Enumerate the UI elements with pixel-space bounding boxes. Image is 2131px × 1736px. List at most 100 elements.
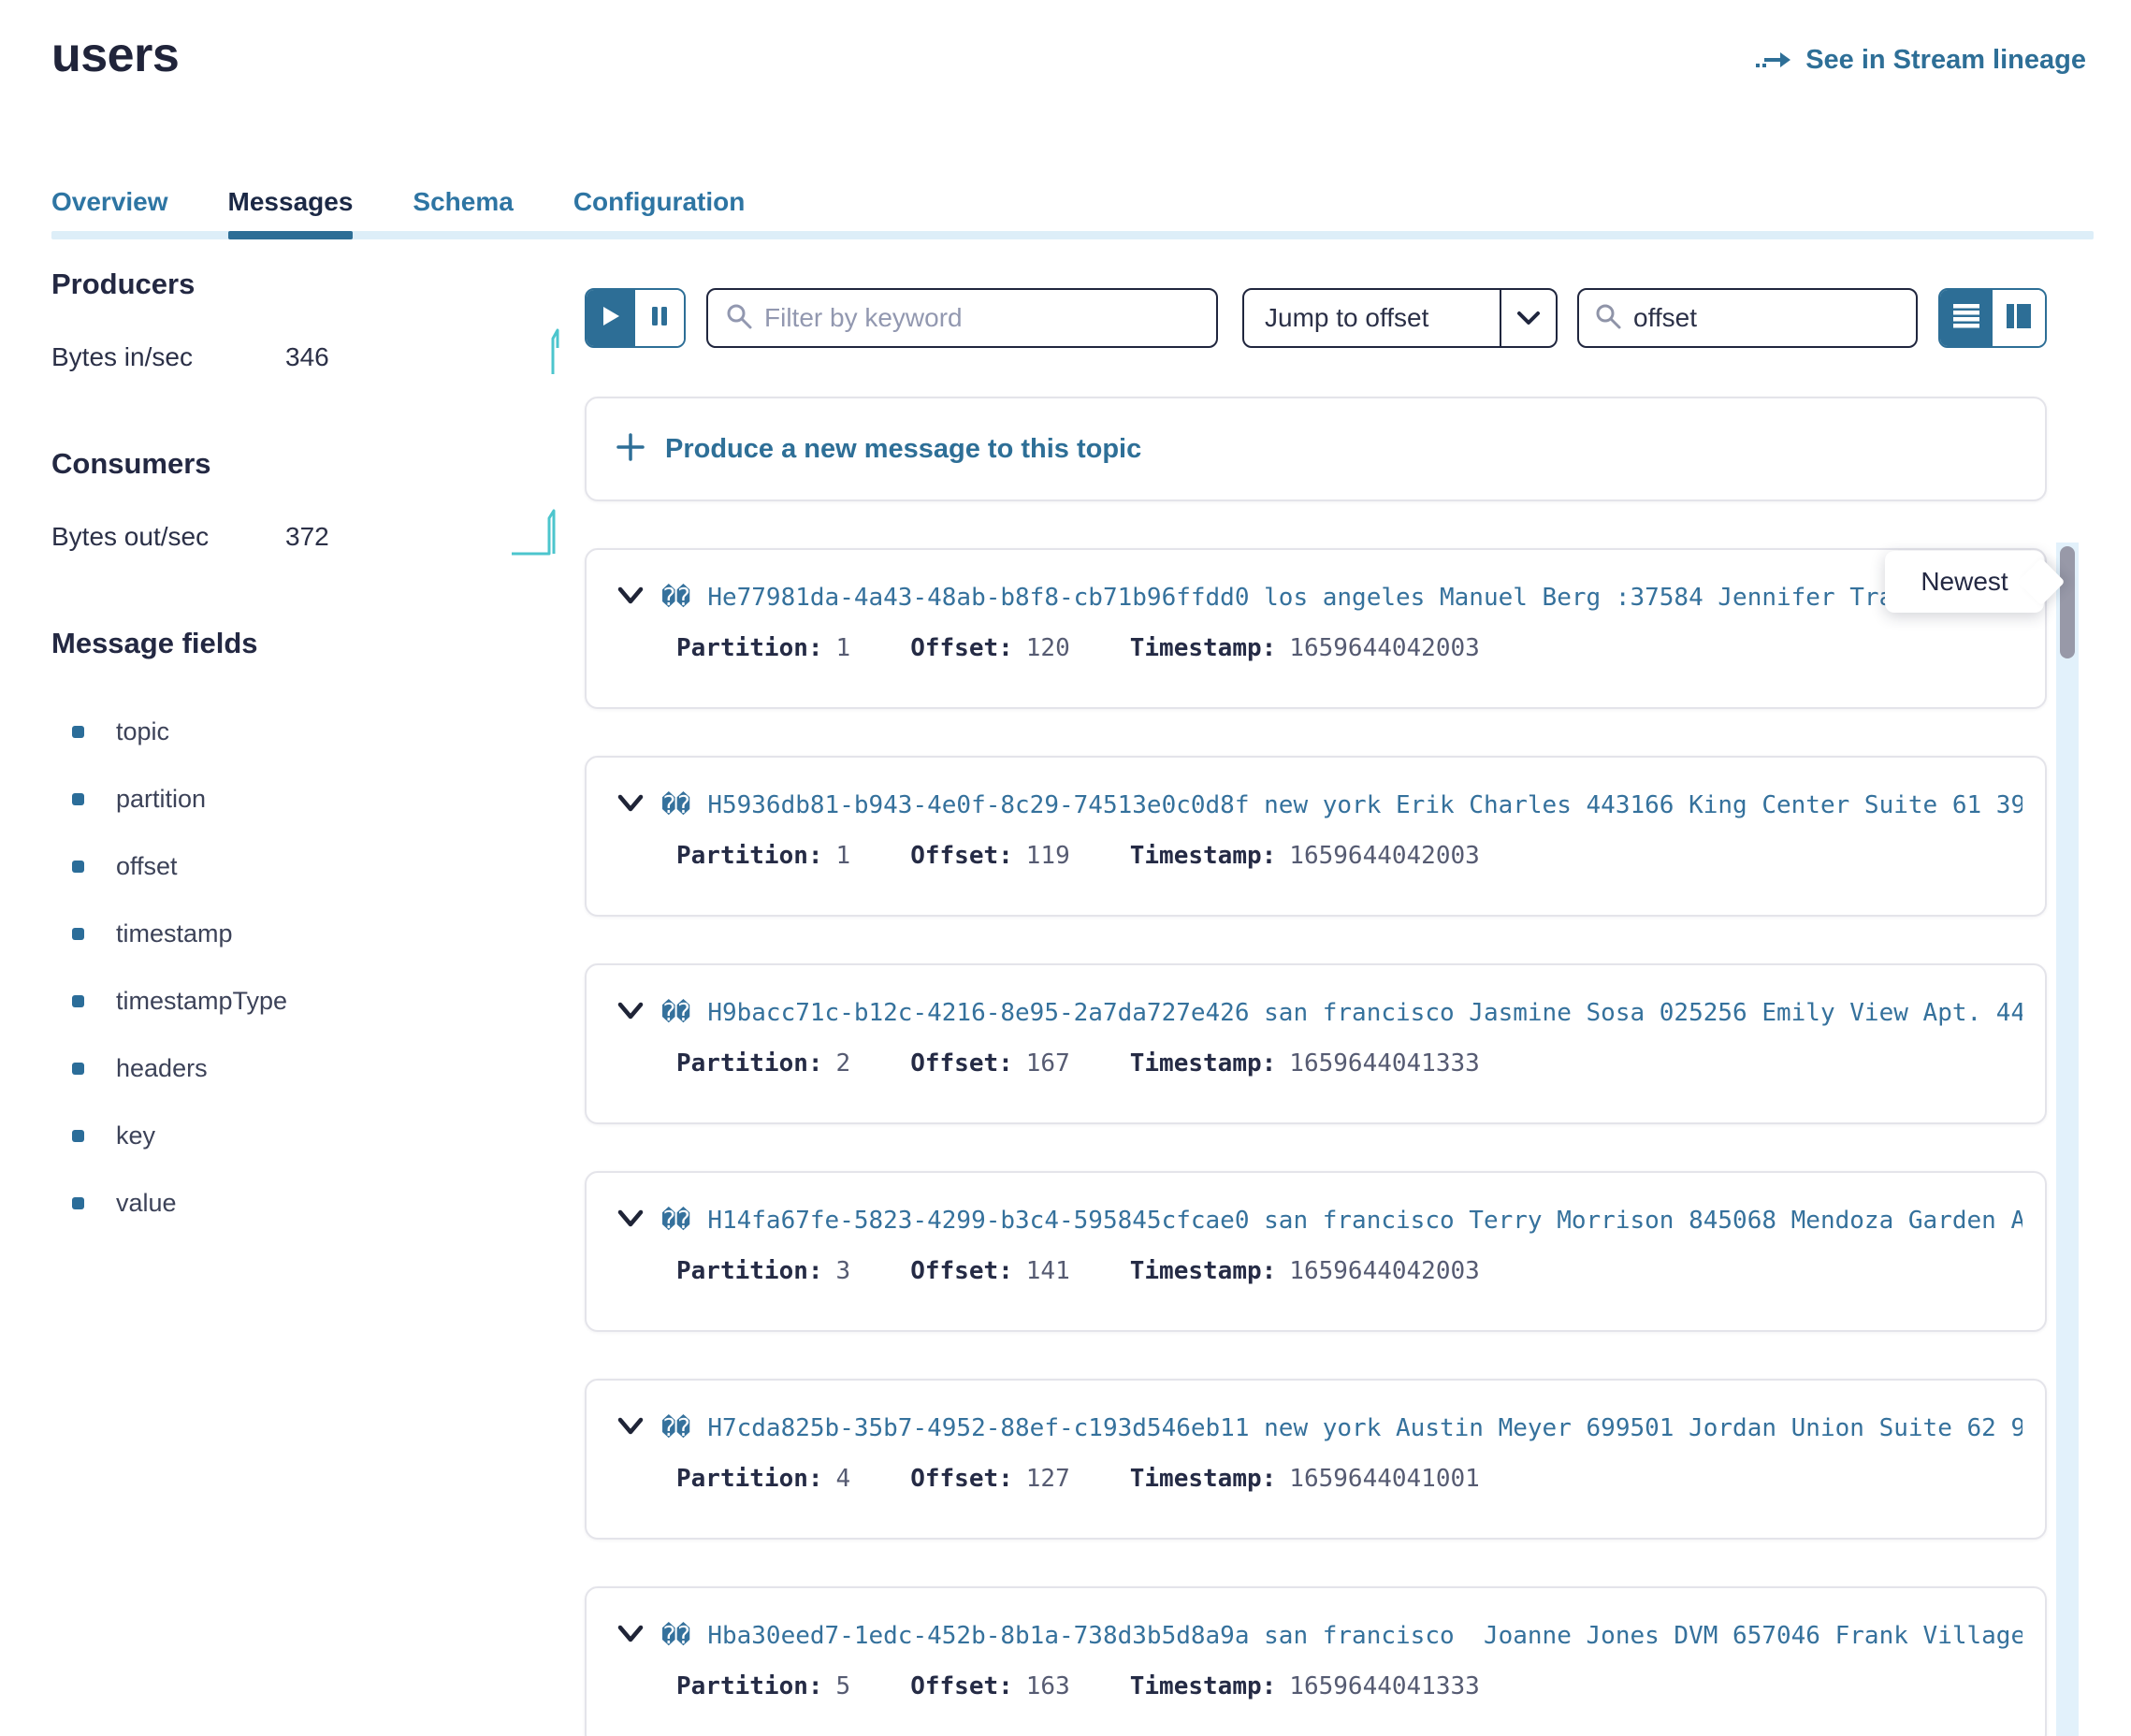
bytes-in-metric: Bytes in/sec 346 [51,333,585,382]
partition-value: 3 [836,1257,851,1285]
message-row-header[interactable]: �� Hba30eed7-1edc-452b-8b1a-738d3b5d8a9a… [616,1622,2022,1650]
page-header: users See in Stream lineage [0,0,2131,82]
topic-page: users See in Stream lineage Overview Mes… [0,0,2131,1736]
partition-value: 2 [836,1049,851,1078]
offset-search-field[interactable] [1577,288,1918,348]
offset-value: 163 [1026,1672,1070,1700]
page-title: users [51,28,179,82]
play-icon [601,305,621,332]
timestamp-value: 1659644041333 [1289,1672,1480,1700]
message-row: �� H5936db81-b943-4e0f-8c29-74513e0c0d8f… [585,756,2047,917]
bytes-in-label: Bytes in/sec [51,342,285,372]
newest-tooltip-label: Newest [1921,567,2008,597]
list-view-button[interactable] [1940,290,1993,346]
binary-glyphs: �� [661,1207,690,1235]
offset-value: 119 [1026,842,1070,870]
field-item-partition[interactable]: partition [51,765,585,832]
timestamp-value: 1659644041001 [1289,1465,1480,1493]
message-meta: Partition:4 Offset:127 Timestamp:1659644… [676,1465,2022,1493]
binary-glyphs: �� [661,999,690,1027]
tab-schema[interactable]: Schema [413,187,513,239]
binary-glyphs: �� [661,791,690,819]
field-bullet-icon [72,793,84,805]
expand-chevron-icon[interactable] [616,1001,645,1026]
expand-chevron-icon[interactable] [616,586,645,611]
field-item-offset[interactable]: offset [51,832,585,900]
field-bullet-icon [72,928,84,940]
tab-messages[interactable]: Messages [228,187,354,239]
offset-value: 141 [1026,1257,1070,1285]
stream-lineage-link[interactable]: See in Stream lineage [1755,45,2086,76]
message-fields-heading: Message fields [51,627,585,660]
field-item-value[interactable]: value [51,1169,585,1237]
offset-input[interactable] [1633,303,1901,333]
field-bullet-icon [72,995,84,1007]
view-mode-toggle [1938,288,2047,348]
partition-value: 1 [836,634,851,662]
expand-chevron-icon[interactable] [616,1624,645,1649]
expand-chevron-icon[interactable] [616,793,645,818]
field-bullet-icon [72,861,84,873]
message-key: Hba30eed7-1edc-452b-8b1a-738d3b5d8a9a sa… [707,1622,2022,1650]
message-list-scrollbar[interactable] [2056,542,2079,1736]
keyword-filter-field[interactable] [706,288,1218,348]
stream-lineage-icon [1755,48,1792,74]
jump-to-offset-label: Jump to offset [1244,303,1500,333]
bytes-out-metric: Bytes out/sec 372 [51,513,585,561]
field-bullet-icon [72,1197,84,1209]
message-row-header[interactable]: �� H7cda825b-35b7-4952-88ef-c193d546eb11… [616,1414,2022,1442]
message-meta: Partition:5 Offset:163 Timestamp:1659644… [676,1672,2022,1700]
message-meta: Partition:1 Offset:119 Timestamp:1659644… [676,842,2022,870]
bytes-in-sparkline-icon [536,326,568,383]
message-row: �� H14fa67fe-5823-4299-b3c4-595845cfcae0… [585,1171,2047,1332]
messages-toolbar: Jump to offset [585,288,2047,348]
message-key: He77981da-4a43-48ab-b8f8-cb71b96ffdd0 lo… [707,584,1952,612]
message-row-header[interactable]: �� H9bacc71c-b12c-4216-8e95-2a7da727e426… [616,999,2022,1027]
message-row: �� H7cda825b-35b7-4952-88ef-c193d546eb11… [585,1379,2047,1540]
offset-value: 120 [1026,634,1070,662]
message-key: H5936db81-b943-4e0f-8c29-74513e0c0d8f ne… [707,791,2022,819]
pause-icon [650,305,669,332]
message-meta: Partition:3 Offset:141 Timestamp:1659644… [676,1257,2022,1285]
field-item-key[interactable]: key [51,1102,585,1169]
tab-overview[interactable]: Overview [51,187,168,239]
bytes-out-value: 372 [285,522,329,552]
message-row: �� Hba30eed7-1edc-452b-8b1a-738d3b5d8a9a… [585,1586,2047,1736]
message-key: H14fa67fe-5823-4299-b3c4-595845cfcae0 sa… [707,1207,2022,1235]
field-bullet-icon [72,726,84,738]
topic-stats-sidebar: Producers Bytes in/sec 346 Consumers Byt… [51,268,585,1736]
jump-to-offset-dropdown[interactable]: Jump to offset [1242,288,1558,348]
message-key: H9bacc71c-b12c-4216-8e95-2a7da727e426 sa… [707,999,2022,1027]
field-item-headers[interactable]: headers [51,1034,585,1102]
message-list: �� He77981da-4a43-48ab-b8f8-cb71b96ffdd0… [585,548,2047,1736]
message-row-header[interactable]: �� He77981da-4a43-48ab-b8f8-cb71b96ffdd0… [616,584,2022,612]
stream-lineage-label: See in Stream lineage [1805,45,2086,76]
expand-chevron-icon[interactable] [616,1416,645,1441]
keyword-filter-input[interactable] [764,303,1199,333]
message-row-header[interactable]: �� H5936db81-b943-4e0f-8c29-74513e0c0d8f… [616,791,2022,819]
bytes-out-sparkline-icon [510,505,568,562]
producers-heading: Producers [51,268,585,301]
field-item-topic[interactable]: topic [51,698,585,765]
field-item-timestampType[interactable]: timestampType [51,967,585,1034]
column-view-icon [2005,303,2033,334]
list-view-icon [1952,303,1980,334]
message-meta: Partition:1 Offset:120 Timestamp:1659644… [676,634,2022,662]
pause-button[interactable] [635,290,684,346]
timestamp-value: 1659644042003 [1289,634,1480,662]
expand-chevron-icon[interactable] [616,1208,645,1234]
tab-configuration[interactable]: Configuration [573,187,746,239]
message-row-header[interactable]: �� H14fa67fe-5823-4299-b3c4-595845cfcae0… [616,1207,2022,1235]
column-view-button[interactable] [1993,290,2045,346]
scrollbar-thumb[interactable] [2060,546,2075,658]
offset-value: 127 [1026,1465,1070,1493]
play-button[interactable] [587,290,635,346]
offset-value: 167 [1026,1049,1070,1078]
field-item-timestamp[interactable]: timestamp [51,900,585,967]
bytes-in-value: 346 [285,342,329,372]
timestamp-value: 1659644042003 [1289,1257,1480,1285]
binary-glyphs: �� [661,584,690,612]
produce-message-button[interactable]: Produce a new message to this topic [585,397,2047,501]
field-bullet-icon [72,1063,84,1075]
consumers-heading: Consumers [51,447,585,481]
